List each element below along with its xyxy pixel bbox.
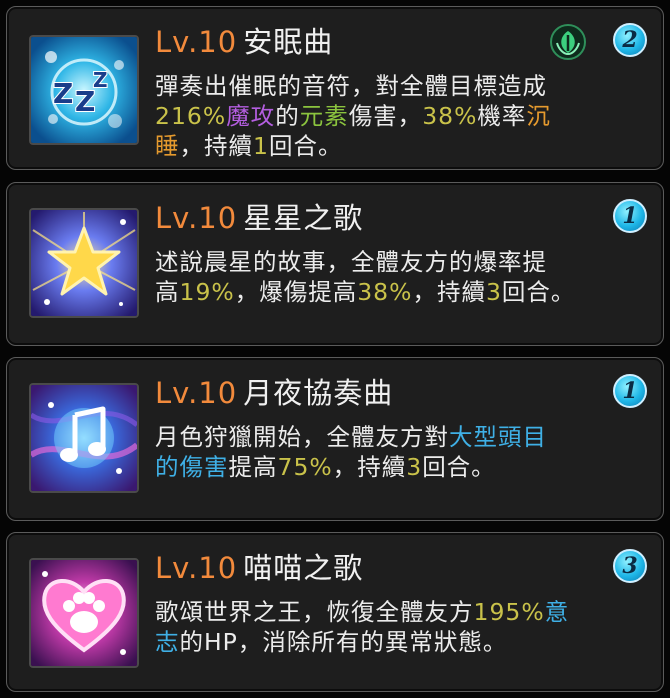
skill-level: Lv.10 (155, 551, 238, 585)
skill-description: 述說晨星的故事，全體友方的爆率提 高19%，爆傷提高38%，持續3回合。 (155, 247, 655, 307)
description-segment: 195% (473, 598, 545, 626)
description-segment: ，持續 (412, 278, 486, 306)
skill-name: 月夜協奏曲 (243, 376, 394, 410)
skill-title: Lv.10 安眠曲 (155, 19, 333, 61)
description-segment: 睡 (155, 132, 180, 160)
description-segment: 傷害， (348, 102, 423, 130)
description-segment: 述說晨星的故事，全體友方的爆率提 (155, 248, 547, 276)
description-segment: 志 (155, 628, 180, 656)
description-segment: 38% (357, 278, 413, 306)
skill-card[interactable]: Z Z Z Lv.10 安眠曲 2 彈奏出催眠的音符，對全體目標造成 216%魔攻的… (6, 6, 664, 170)
description-segment: 的 (275, 102, 300, 130)
skill-name: 安眠曲 (243, 25, 334, 59)
skill-card[interactable]: Lv.10 喵喵之歌 3 歌頌世界之王，恢復全體友方195%意志的HP，消除所有的… (6, 532, 664, 692)
skill-description: 彈奏出催眠的音符，對全體目標造成 216%魔攻的元素傷害，38%機率沉睡，持續1回… (155, 71, 655, 161)
description-segment: 歌頌世界之王，恢復全體友方 (155, 598, 474, 626)
skill-card[interactable]: Lv.10 月夜協奏曲 1 月色狩獵開始，全體友方對大型頭目的傷害提高75%，持續… (6, 357, 664, 521)
description-segment: 38% (422, 102, 478, 130)
description-segment: 月色狩獵開始，全體友方對 (155, 423, 449, 451)
skill-level: Lv.10 (155, 376, 238, 410)
description-segment: 216% (155, 102, 227, 130)
skill-list: Z Z Z Lv.10 安眠曲 2 彈奏出催眠的音符，對全體目標造成 216%魔攻的… (0, 0, 670, 698)
skill-title: Lv.10 月夜協奏曲 (155, 370, 393, 412)
svg-text:Z: Z (53, 77, 73, 110)
music-note-icon (29, 383, 139, 493)
leaf-element-icon (550, 24, 586, 60)
description-segment: 提高 (228, 453, 278, 481)
description-segment: 回合。 (422, 453, 496, 481)
skill-description: 月色狩獵開始，全體友方對大型頭目的傷害提高75%，持續3回合。 (155, 422, 655, 482)
description-segment: 的HP，消除所有的異常狀態。 (179, 628, 508, 656)
description-segment: 3 (485, 278, 502, 306)
skill-count-badge: 3 (613, 549, 647, 583)
skill-count-badge: 1 (613, 199, 647, 233)
skill-count-badge: 2 (613, 23, 647, 57)
skill-level: Lv.10 (155, 25, 238, 59)
sleep-zzz-icon: Z Z Z (29, 35, 139, 145)
description-segment: 彈奏出催眠的音符，對全體目標造成 (155, 72, 547, 100)
description-segment: 魔攻 (226, 102, 276, 130)
description-segment: ，爆傷提高 (234, 278, 358, 306)
description-segment: 大型頭目 (449, 423, 547, 451)
svg-text:Z: Z (93, 68, 108, 92)
description-segment: 3 (406, 453, 423, 481)
star-icon (29, 208, 139, 318)
description-segment: 75% (277, 453, 333, 481)
description-segment: 機率 (477, 102, 527, 130)
description-segment: 元素 (299, 102, 349, 130)
description-segment: 沉 (526, 102, 551, 130)
skill-count-badge: 1 (613, 374, 647, 408)
description-segment: ，持續 (332, 453, 407, 481)
description-segment: 1 (253, 132, 269, 160)
description-segment: 回合。 (501, 278, 576, 306)
description-segment: 高 (155, 278, 180, 306)
skill-title: Lv.10 喵喵之歌 (155, 545, 363, 587)
description-segment: 意 (544, 598, 570, 626)
skill-level: Lv.10 (155, 201, 238, 235)
description-segment: ，持續 (179, 132, 253, 160)
description-segment: 19% (179, 278, 235, 306)
skill-name: 星星之歌 (243, 201, 364, 235)
skill-title: Lv.10 星星之歌 (155, 195, 363, 237)
heart-paw-icon (29, 558, 139, 668)
skill-name: 喵喵之歌 (243, 551, 364, 585)
skill-description: 歌頌世界之王，恢復全體友方195%意志的HP，消除所有的異常狀態。 (155, 597, 655, 657)
description-segment: 的傷害 (155, 453, 229, 481)
skill-card[interactable]: Lv.10 星星之歌 1 述說晨星的故事，全體友方的爆率提 高19%，爆傷提高38%… (6, 182, 664, 346)
description-segment: 回合。 (268, 132, 343, 160)
